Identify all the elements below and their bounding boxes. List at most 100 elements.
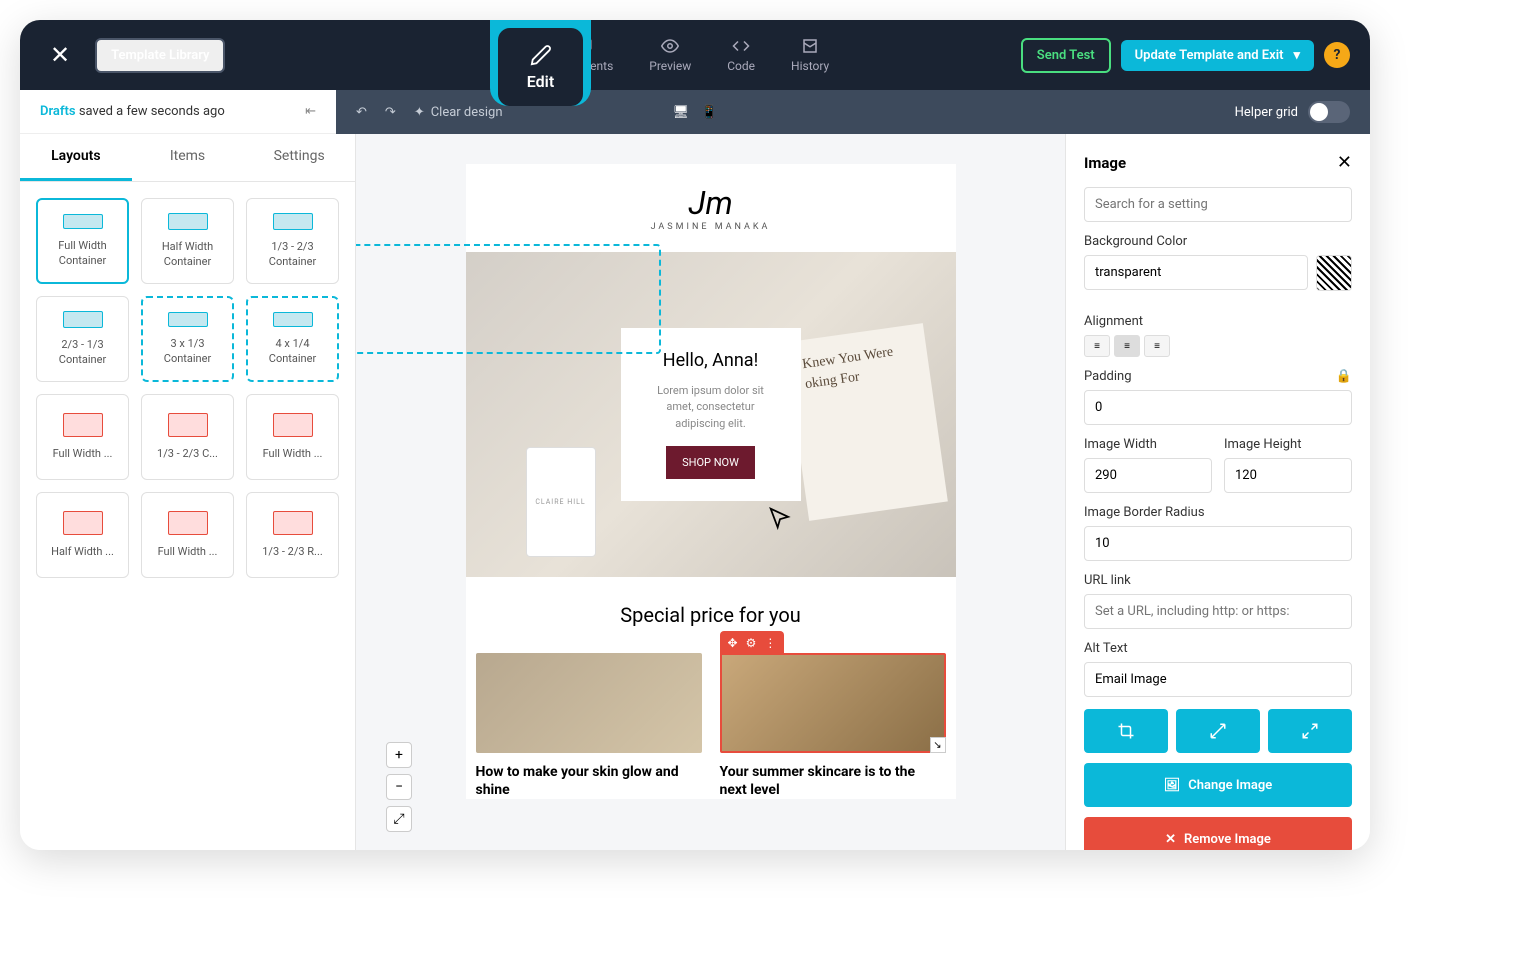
align-right-button[interactable]: ≡ (1144, 335, 1170, 357)
height-input[interactable] (1224, 458, 1352, 493)
crop-button[interactable] (1084, 709, 1168, 753)
product-card-1[interactable]: How to make your skin glow and shine (476, 653, 702, 799)
layout-card[interactable]: 3 x 1/3 Container (141, 296, 234, 382)
product-image-1[interactable] (476, 653, 702, 753)
padding-label: Padding 🔒 (1084, 369, 1352, 384)
align-left-button[interactable]: ≡ (1084, 335, 1110, 357)
move-icon[interactable]: ✥ (728, 636, 738, 650)
image-action-buttons (1084, 709, 1352, 753)
props-title: Image (1084, 154, 1126, 172)
url-label: URL link (1084, 573, 1352, 588)
preview-tab[interactable]: Preview (635, 29, 705, 81)
top-right-actions: Send Test Update Template and Exit ▾ ? (1021, 38, 1350, 73)
sub-actions: ↶ ↷ ✦ Clear design (356, 105, 503, 120)
shop-now-button[interactable]: SHOP NOW (666, 446, 755, 479)
layout-label: Full Width ... (158, 545, 218, 559)
layout-card[interactable]: 1/3 - 2/3 R... (246, 492, 339, 578)
alt-input[interactable] (1084, 662, 1352, 697)
resize-handle[interactable]: ↘ (930, 737, 946, 753)
width-label: Image Width (1084, 437, 1212, 452)
zoom-in-button[interactable]: + (386, 742, 412, 768)
lock-icon[interactable]: 🔒 (1336, 369, 1352, 384)
chevron-down-icon: ▾ (1293, 48, 1300, 63)
close-props-icon[interactable]: ✕ (1337, 152, 1352, 173)
desktop-icon[interactable]: 🖥 (673, 105, 690, 120)
layout-card[interactable]: Full Width ... (141, 492, 234, 578)
layout-label: 2/3 - 1/3 Container (45, 338, 120, 367)
product-image-2-selected[interactable]: ✥ ⚙ ⋮ ↘ (720, 653, 946, 753)
edit-tab-highlight: Edit (490, 20, 591, 106)
edit-tab[interactable]: Edit (498, 28, 583, 106)
tab-items[interactable]: Items (132, 134, 244, 181)
width-input[interactable] (1084, 458, 1212, 493)
send-test-button[interactable]: Send Test (1021, 38, 1111, 73)
section-title[interactable]: Special price for you (466, 577, 956, 653)
layout-label: 1/3 - 2/3 R... (262, 545, 323, 559)
layout-card[interactable]: Full Width ... (36, 394, 129, 480)
search-setting-input[interactable] (1084, 187, 1352, 222)
layout-card[interactable]: Full Width ... (246, 394, 339, 480)
device-switcher: 🖥 📱 (673, 105, 718, 120)
zoom-out-button[interactable]: − (386, 774, 412, 800)
canvas[interactable]: Jm JASMINE MANAKA Knew You Were oking Fo… (356, 134, 1065, 850)
url-input[interactable] (1084, 594, 1352, 629)
helper-grid-control: Helper grid (1235, 101, 1350, 123)
clear-design-button[interactable]: ✦ Clear design (414, 105, 503, 120)
email-preview: Jm JASMINE MANAKA Knew You Were oking Fo… (466, 164, 956, 799)
layout-card[interactable]: Full Width Container (36, 198, 129, 284)
help-icon[interactable]: ? (1324, 42, 1350, 68)
collapse-sidebar-icon[interactable]: ⇤ (305, 104, 316, 119)
layout-card[interactable]: 1/3 - 2/3 C... (141, 394, 234, 480)
align-center-button[interactable]: ≡ (1114, 335, 1140, 357)
more-icon[interactable]: ⋮ (764, 636, 776, 650)
drafts-label: Drafts (40, 104, 76, 119)
padding-input[interactable] (1084, 390, 1352, 425)
helper-grid-toggle[interactable] (1308, 101, 1350, 123)
close-icon: ✕ (1165, 832, 1176, 847)
dimensions-button[interactable] (1176, 709, 1260, 753)
sidebar-tabs: Layouts Items Settings (20, 134, 355, 182)
brand-logo[interactable]: Jm JASMINE MANAKA (466, 164, 956, 252)
layout-label: 4 x 1/4 Container (256, 337, 329, 366)
change-image-button[interactable]: 🖼 Change Image (1084, 763, 1352, 807)
zoom-controls: + − ⤢ (386, 742, 412, 832)
tab-settings[interactable]: Settings (243, 134, 355, 181)
hero-bottle-prop: CLAIRE HILL (526, 447, 596, 557)
update-template-button[interactable]: Update Template and Exit ▾ (1121, 40, 1314, 71)
close-icon[interactable]: ✕ (40, 41, 80, 69)
layout-card[interactable]: 1/3 - 2/3 Container (246, 198, 339, 284)
layout-label: Full Width ... (53, 447, 113, 461)
tab-layouts[interactable]: Layouts (20, 134, 132, 181)
radius-input[interactable] (1084, 526, 1352, 561)
undo-icon[interactable]: ↶ (356, 105, 367, 120)
layout-card[interactable]: Half Width Container (141, 198, 234, 284)
bg-color-input[interactable] (1084, 255, 1308, 290)
settings-icon[interactable]: ⚙ (746, 636, 757, 650)
alignment-buttons: ≡ ≡ ≡ (1084, 335, 1352, 357)
layout-card[interactable]: 2/3 - 1/3 Container (36, 296, 129, 382)
layout-card[interactable]: Half Width ... (36, 492, 129, 578)
product-card-2[interactable]: ✥ ⚙ ⋮ ↘ Your summer skincare is to the n… (720, 653, 946, 799)
template-library-button[interactable]: Template Library (95, 38, 225, 73)
redo-icon[interactable]: ↷ (385, 105, 396, 120)
image-icon: 🖼 (1164, 778, 1181, 793)
layout-card[interactable]: 4 x 1/4 Container (246, 296, 339, 382)
history-tab[interactable]: History (777, 29, 843, 81)
edit-label: Edit (527, 72, 554, 91)
mobile-icon[interactable]: 📱 (701, 105, 717, 120)
main-area: Layouts Items Settings Full Width Contai… (20, 134, 1370, 850)
hero-section[interactable]: Knew You Were oking For CLAIRE HILL Hell… (466, 252, 956, 577)
bg-color-swatch[interactable] (1316, 255, 1352, 291)
product-title-2: Your summer skincare is to the next leve… (720, 763, 946, 799)
saved-time: saved a few seconds ago (76, 104, 225, 119)
hero-title: Hello, Anna! (643, 350, 779, 371)
zoom-fit-button[interactable]: ⤢ (386, 806, 412, 832)
cursor-icon (766, 504, 794, 532)
remove-image-button[interactable]: ✕ Remove Image (1084, 817, 1352, 850)
expand-button[interactable] (1268, 709, 1352, 753)
code-tab[interactable]: Code (713, 29, 769, 81)
layout-label: Full Width ... (263, 447, 323, 461)
hero-book-prop: Knew You Were oking For (784, 323, 948, 521)
brand-subtitle: JASMINE MANAKA (486, 222, 936, 232)
layout-label: 1/3 - 2/3 Container (255, 240, 330, 269)
